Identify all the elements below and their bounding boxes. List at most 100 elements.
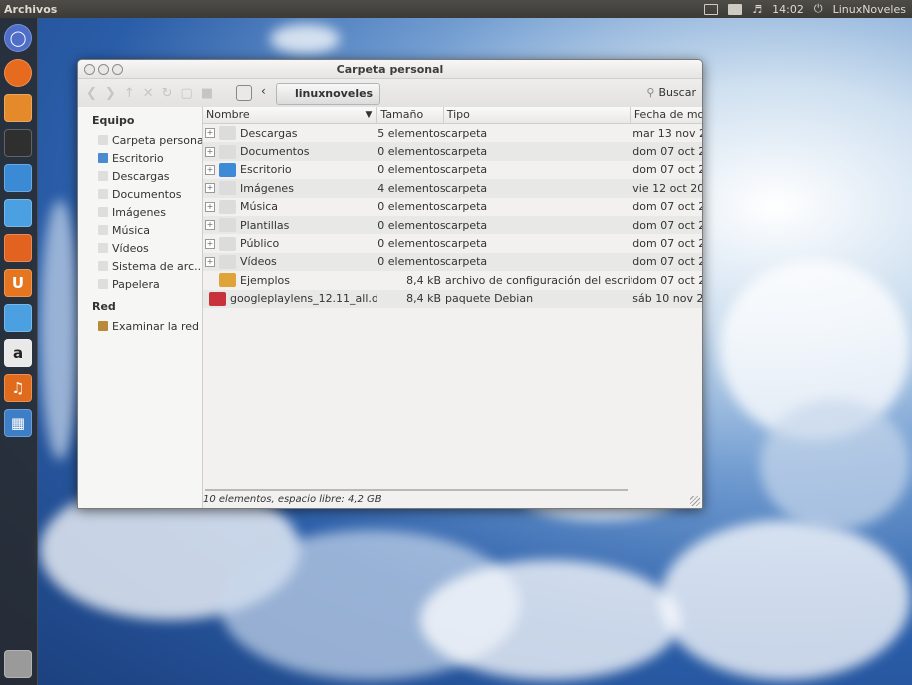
file-row[interactable]: googleplaylens_12.11_all.deb 8,4 kB paquet… (203, 289, 702, 308)
sidebar-item-label: Documentos (112, 187, 182, 201)
back-arrow-icon[interactable]: ❮ (86, 86, 97, 101)
firefox-icon[interactable] (4, 59, 32, 87)
reload-icon[interactable]: ↻ (162, 86, 173, 101)
file-name-cell: + Público (203, 236, 377, 251)
file-name: Descargas (240, 126, 298, 140)
trash-small-icon (98, 279, 108, 289)
sidebar-item[interactable]: Música (78, 221, 202, 239)
location-icon[interactable]: ■ (201, 86, 213, 101)
sidebar-item[interactable]: Carpeta personal (78, 131, 202, 149)
sidebar-item[interactable]: Vídeos (78, 239, 202, 257)
file-date: dom 07 oct 20 (632, 218, 702, 232)
sidebar-item-label: Sistema de arc... (112, 259, 202, 273)
expand-icon[interactable]: + (205, 256, 215, 267)
amazon-icon[interactable]: a (4, 339, 32, 367)
title-bar[interactable]: Carpeta personal (78, 60, 702, 79)
resize-grip[interactable] (690, 496, 700, 506)
clock[interactable]: 14:02 (772, 3, 804, 16)
file-name: Plantillas (240, 218, 290, 232)
forward-arrow-icon[interactable]: ❯ (105, 86, 116, 101)
document-icon (98, 189, 108, 199)
sidebar-item[interactable]: Imágenes (78, 203, 202, 221)
sort-descending-icon: ▼ (365, 110, 373, 120)
expand-icon[interactable]: + (205, 128, 215, 139)
breadcrumb-prev-icon[interactable]: ‹ (261, 84, 266, 98)
files-folder-icon[interactable] (4, 94, 32, 122)
file-type: carpeta (445, 200, 488, 214)
column-header-name[interactable]: Nombre ▼ (203, 107, 378, 123)
breadcrumb-current[interactable]: linuxnoveles (276, 83, 381, 105)
file-type: paquete Debian (445, 292, 534, 306)
file-row[interactable]: + Imágenes 4 elementoscarpeta vie 12 oct 20… (203, 179, 702, 198)
mail-indicator-icon[interactable] (704, 3, 719, 15)
libreoffice-impress-icon[interactable] (4, 234, 32, 262)
column-header-date[interactable]: Fecha de mod (631, 107, 702, 123)
app-toggle-icon-2[interactable] (4, 304, 32, 332)
expand-icon[interactable]: + (205, 164, 215, 175)
sidebar-item[interactable]: Papelera (78, 275, 202, 293)
sidebar-item[interactable]: Escritorio (78, 149, 202, 167)
libreoffice-writer-icon[interactable] (4, 164, 32, 192)
file-list-view[interactable]: Nombre ▼ Tamaño Tipo Fecha de mod + Desca… (203, 107, 702, 508)
workspace-switcher-icon[interactable]: ▦ (4, 409, 32, 437)
file-size: 0 elementos (377, 200, 446, 214)
sidebar-item-label: Imágenes (112, 205, 166, 219)
stop-icon[interactable]: ✕ (143, 86, 154, 101)
column-header-size[interactable]: Tamaño (377, 107, 444, 123)
network-indicator-icon[interactable] (728, 3, 743, 15)
file-type: carpeta (445, 218, 488, 232)
file-row[interactable]: Ejemplos 8,4 kB archivo de configuración d… (203, 271, 702, 289)
app-toggle-icon[interactable] (4, 199, 32, 227)
expand-icon[interactable]: + (205, 146, 215, 157)
file-row[interactable]: + Vídeos 0 elementoscarpeta dom 07 oct 20 (203, 252, 702, 272)
ubuntu-software-center-icon[interactable]: U (4, 269, 32, 297)
file-size: 5 elementos (377, 126, 446, 140)
file-name: Documentos (240, 145, 310, 159)
file-row[interactable]: + Plantillas 0 elementos carpeta dom 07 oct … (203, 215, 702, 235)
expand-icon[interactable]: + (205, 183, 215, 194)
search-button[interactable]: ⚲ Buscar (646, 86, 696, 99)
places-sidebar: Equipo Carpeta personal Escritorio Descarga… (78, 107, 203, 508)
file-name: Escritorio (240, 163, 292, 177)
sidebar-item-label: Examinar la red (112, 319, 200, 333)
search-label: Buscar (658, 86, 696, 99)
file-name: Imágenes (240, 181, 294, 195)
headphones-icon[interactable]: ♫ (4, 374, 32, 402)
sidebar-item-label: Papelera (112, 277, 160, 291)
file-size: 8,4 kB (406, 292, 442, 306)
sidebar-item[interactable]: Descargas (78, 167, 202, 185)
home-icon[interactable] (236, 85, 252, 101)
music-icon (98, 225, 108, 235)
computer-icon[interactable]: ▢ (181, 86, 193, 101)
file-row[interactable]: + Escritorio 0 elementos carpeta dom 07 oct … (203, 161, 702, 179)
horizontal-scrollbar[interactable] (205, 489, 628, 491)
file-type: carpeta (445, 237, 488, 251)
file-date: dom 07 oct 20 (632, 163, 702, 177)
sidebar-item[interactable]: Examinar la red (78, 317, 202, 335)
column-header-type[interactable]: Tipo (444, 107, 631, 123)
file-date: dom 07 oct 20 (632, 273, 702, 287)
file-row[interactable]: + Descargas 5 elementoscarpeta mar 13 nov 2… (203, 124, 702, 142)
sidebar-item[interactable]: Documentos (78, 185, 202, 203)
file-row[interactable]: + Público 0 elementoscarpeta dom 07 oct 20 (203, 234, 702, 252)
up-arrow-icon[interactable]: ↑ (124, 86, 135, 101)
expand-icon[interactable]: + (205, 220, 215, 231)
file-row[interactable]: + Música 0 elementoscarpeta dom 07 oct 20 (203, 198, 702, 216)
file-name: Música (240, 200, 279, 214)
expand-icon[interactable]: + (205, 201, 215, 212)
sidebar-item[interactable]: Sistema de arc... (78, 257, 202, 275)
volume-indicator-icon[interactable]: ♬ (752, 3, 762, 16)
sidebar-item-label: Descargas (112, 169, 170, 183)
terminal-icon[interactable] (4, 129, 32, 157)
file-date: dom 07 oct 20 (632, 255, 702, 269)
trash-icon[interactable] (4, 650, 32, 678)
file-row[interactable]: + Documentos 0 elementos carpeta dom 07 oct … (203, 142, 702, 161)
video-icon (98, 243, 108, 253)
file-size: 0 elementos (377, 218, 446, 232)
expand-icon[interactable]: + (205, 238, 215, 249)
file-size: 4 elementos (377, 181, 446, 195)
ubuntu-dash-icon[interactable]: ◯ (4, 24, 32, 52)
user-name[interactable]: LinuxNoveles (833, 3, 906, 16)
power-indicator-icon[interactable]: ⏻ (814, 2, 823, 16)
file-date: dom 07 oct 20 (632, 200, 702, 214)
